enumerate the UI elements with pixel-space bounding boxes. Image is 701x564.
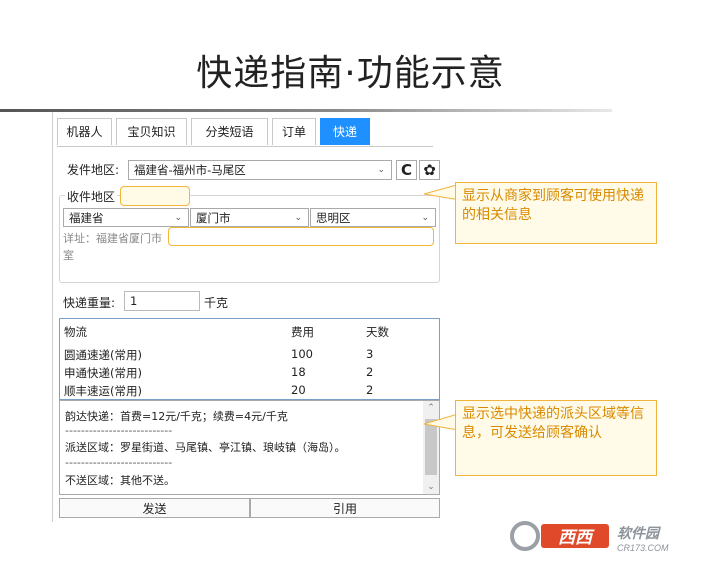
callout-top: 显示从商家到顾客可使用快递的相关信息 xyxy=(455,182,657,244)
watermark-logo: 西西 软件园 CR173.COM xyxy=(507,516,685,556)
scroll-down-icon[interactable]: ⌄ xyxy=(423,480,439,494)
district-select[interactable]: 思明区 ⌄ xyxy=(310,208,436,227)
svg-text:西西: 西西 xyxy=(558,528,595,547)
row-logistics: 圆通速递(常用) xyxy=(64,348,142,362)
city-select[interactable]: 厦门市 ⌄ xyxy=(190,208,309,227)
tab-product-knowledge[interactable]: 宝贝知识 xyxy=(116,118,187,145)
chevron-down-icon: ⌄ xyxy=(421,213,429,223)
logistics-table: 物流 费用 天数 圆通速递(常用) 100 3 申通快递(常用) 18 2 顺丰… xyxy=(59,318,440,400)
send-button[interactable]: 发送 xyxy=(59,498,250,518)
district-value: 思明区 xyxy=(316,211,351,225)
table-row[interactable]: 顺丰速运(常用) 20 2 xyxy=(60,381,439,399)
sender-label: 发件地区: xyxy=(67,163,120,177)
tab-category-phrases[interactable]: 分类短语 xyxy=(191,118,268,145)
address-line-2: 室 xyxy=(63,249,74,262)
detail-line: 不送区域：其他不送。 xyxy=(65,474,175,487)
detail-separator: --------------------------- xyxy=(65,424,173,437)
refresh-icon: C xyxy=(400,161,412,179)
tab-bar: 机器人 宝贝知识 分类短语 订单 快递 xyxy=(57,118,433,147)
table-row[interactable]: 申通快递(常用) 18 2 xyxy=(60,363,439,381)
express-detail-textarea[interactable]: 韵达快递：首费=12元/千克；续费=4元/千克 ----------------… xyxy=(59,400,440,495)
chevron-down-icon: ⌄ xyxy=(377,165,385,175)
city-value: 厦门市 xyxy=(196,211,231,225)
address-field[interactable] xyxy=(168,227,434,246)
province-select[interactable]: 福建省 ⌄ xyxy=(63,208,189,227)
weight-input[interactable]: 1 xyxy=(124,291,200,311)
column-header-days: 天数 xyxy=(366,325,389,339)
refresh-button[interactable]: C xyxy=(396,160,417,180)
row-fee: 20 xyxy=(291,383,306,397)
weight-value: 1 xyxy=(130,294,138,308)
row-days: 3 xyxy=(366,347,374,361)
callout-bottom: 显示选中快递的派头区域等信息，可发送给顾客确认 xyxy=(455,400,657,476)
weight-label: 快递重量: xyxy=(63,296,116,310)
row-logistics: 顺丰速运(常用) xyxy=(64,384,142,398)
column-header-fee: 费用 xyxy=(291,325,314,339)
detail-separator: --------------------------- xyxy=(65,456,173,469)
svg-text:软件园: 软件园 xyxy=(617,525,662,541)
sender-region-select[interactable]: 福建省-福州市-马尾区 ⌄ xyxy=(128,160,392,180)
svg-text:CR173.COM: CR173.COM xyxy=(617,543,669,553)
row-fee: 18 xyxy=(291,365,306,379)
receiver-group-label: 收件地区 xyxy=(65,188,118,205)
receiver-highlight xyxy=(120,186,190,206)
table-row[interactable]: 圆通速递(常用) 100 3 xyxy=(60,345,439,363)
tab-express[interactable]: 快递 xyxy=(320,118,370,145)
column-header-logistics: 物流 xyxy=(64,325,87,339)
detail-line: 派送区域：罗星街道、马尾镇、亭江镇、琅岐镇（海岛）。 xyxy=(65,441,346,454)
tab-orders[interactable]: 订单 xyxy=(272,118,316,145)
chevron-down-icon: ⌄ xyxy=(174,213,182,223)
slide-title: 快递指南·功能示意 xyxy=(196,53,505,94)
province-value: 福建省 xyxy=(69,211,104,225)
quote-button[interactable]: 引用 xyxy=(250,498,440,518)
sender-region-value: 福建省-福州市-马尾区 xyxy=(134,163,246,177)
row-days: 2 xyxy=(366,365,374,379)
row-logistics: 申通快递(常用) xyxy=(64,366,142,380)
chevron-down-icon: ⌄ xyxy=(294,213,302,223)
detail-line: 韵达快递：首费=12元/千克；续费=4元/千克 xyxy=(65,410,288,423)
row-days: 2 xyxy=(366,383,374,397)
row-fee: 100 xyxy=(291,347,313,361)
address-line-1: 详址：福建省厦门市 xyxy=(63,232,162,245)
tab-robot[interactable]: 机器人 xyxy=(57,118,112,145)
weight-unit: 千克 xyxy=(204,296,229,310)
